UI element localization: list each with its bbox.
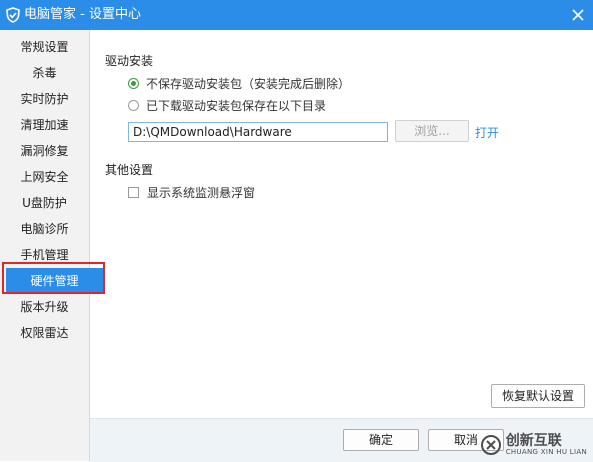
sidebar-item-realtime[interactable]: 实时防护 (0, 86, 89, 112)
radio-save-dir[interactable] (128, 100, 139, 111)
watermark-text-cn: 创新互联 (505, 433, 562, 449)
sidebar-item-general[interactable]: 常规设置 (0, 34, 89, 60)
settings-sidebar: 常规设置 杀毒 实时防护 清理加速 漏洞修复 上网安全 U盘防护 电脑诊所 手机… (0, 30, 103, 461)
window-title: 电脑管家 - 设置中心 (24, 7, 141, 22)
shield-logo-icon (6, 7, 20, 23)
watermark-text-en: CHUANG XIN HU LIAN (505, 448, 587, 456)
sidebar-item-antivirus[interactable]: 杀毒 (0, 60, 89, 86)
sidebar-item-cleanup[interactable]: 清理加速 (0, 112, 89, 138)
floating-window-row[interactable]: 显示系统监测悬浮窗 (128, 184, 255, 201)
settings-content: 驱动安装 不保存驱动安装包（安装完成后删除） 已下载驱动安装包保存在以下目录 浏… (90, 30, 593, 462)
browse-button[interactable]: 浏览... (395, 120, 469, 142)
radio-no-save-label: 不保存驱动安装包（安装完成后删除） (146, 77, 351, 91)
floating-window-checkbox[interactable] (128, 187, 139, 198)
radio-save-dir-row[interactable]: 已下载驱动安装包保存在以下目录 (128, 97, 326, 114)
brand-logo-icon (480, 435, 501, 455)
radio-no-save[interactable] (128, 78, 139, 89)
open-folder-link[interactable]: 打开 (475, 124, 499, 141)
radio-no-save-row[interactable]: 不保存驱动安装包（安装完成后删除） (128, 75, 350, 92)
other-settings-title: 其他设置 (105, 163, 154, 177)
restore-defaults-button[interactable]: 恢复默认设置 (491, 384, 585, 408)
sidebar-item-patch[interactable]: 漏洞修复 (0, 138, 89, 164)
ok-button[interactable]: 确定 (343, 429, 419, 451)
driver-path-input[interactable] (128, 122, 388, 142)
sidebar-item-clinic[interactable]: 电脑诊所 (0, 216, 89, 242)
close-icon[interactable] (569, 6, 587, 24)
sidebar-item-web-safety[interactable]: 上网安全 (0, 164, 89, 190)
floating-window-label: 显示系统监测悬浮窗 (147, 186, 256, 200)
brand-watermark: 创新互联 CHUANG XIN HU LIAN (480, 434, 587, 456)
sidebar-item-usb[interactable]: U盘防护 (0, 190, 89, 216)
driver-install-title: 驱动安装 (105, 54, 154, 68)
radio-save-dir-label: 已下载驱动安装包保存在以下目录 (146, 99, 327, 113)
sidebar-item-permission[interactable]: 权限雷达 (0, 320, 89, 346)
title-bar: 电脑管家 - 设置中心 (0, 0, 593, 30)
dialog-footer: 确定 取消 创新互联 CHUANG XIN HU LIAN (90, 418, 593, 462)
sidebar-item-upgrade[interactable]: 版本升级 (0, 294, 89, 320)
